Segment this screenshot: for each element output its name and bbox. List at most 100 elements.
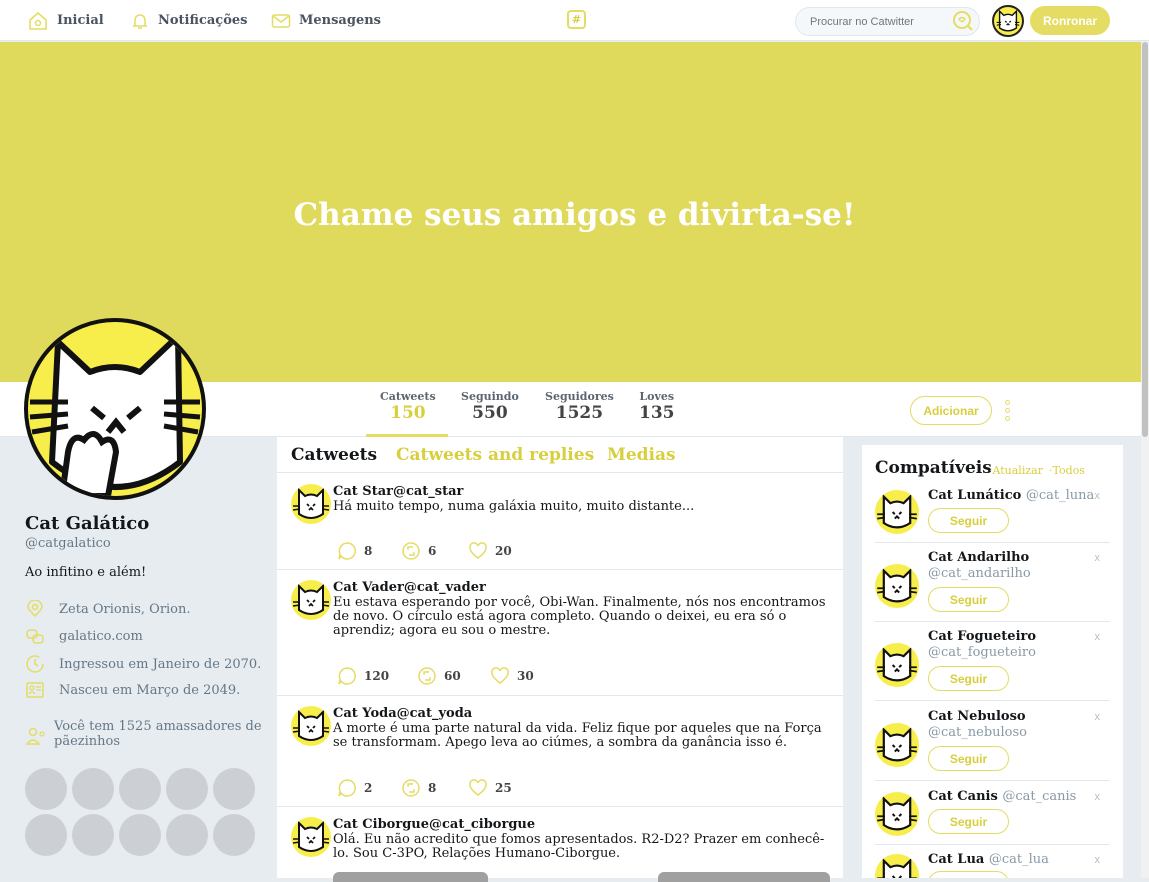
follower-avatar[interactable] <box>72 768 114 810</box>
media-image[interactable] <box>658 872 830 882</box>
add-button[interactable]: Adicionar <box>910 396 992 425</box>
retweet-count: 6 <box>428 544 437 558</box>
tweet-item[interactable]: Cat Ciborgue@cat_ciborgue Olá. Eu não ac… <box>277 807 843 882</box>
stat-loves[interactable]: Loves 135 <box>639 390 675 423</box>
tweet-avatar[interactable] <box>291 580 331 620</box>
tweet-avatar[interactable] <box>291 484 331 524</box>
location-text: Zeta Orionis, Orion. <box>59 601 191 617</box>
cat-face-icon <box>292 487 330 519</box>
heart-icon <box>491 667 509 684</box>
follow-button[interactable]: Seguir <box>928 508 1009 533</box>
media-image[interactable] <box>333 872 488 882</box>
follow-button[interactable]: Seguir <box>928 871 1009 878</box>
reply-action[interactable]: 8 <box>337 541 401 561</box>
tweet-author[interactable]: Cat Vader@cat_vader <box>333 580 486 595</box>
tab-medias[interactable]: Medias <box>607 445 676 465</box>
website-text[interactable]: galatico.com <box>59 629 143 644</box>
tweet-author[interactable]: Cat Ciborgue@cat_ciborgue <box>333 817 535 832</box>
follow-button[interactable]: Seguir <box>928 809 1009 834</box>
suggestion-avatar[interactable] <box>875 723 919 767</box>
heart-icon <box>469 542 487 559</box>
suggestion-name-row[interactable]: Cat Lunático @cat_luna <box>928 488 1094 503</box>
follower-avatar[interactable] <box>166 814 208 856</box>
stat-following[interactable]: Seguindo 550 <box>461 390 519 423</box>
stat-label: Catweets <box>380 390 436 403</box>
follow-button[interactable]: Seguir <box>928 746 1009 771</box>
follow-button[interactable]: Seguir <box>928 587 1009 612</box>
suggestion-avatar[interactable] <box>875 854 919 878</box>
suggestion-name[interactable]: Cat Fogueteiro <box>928 629 1036 644</box>
suggestion-avatar[interactable] <box>875 792 919 836</box>
tweet-item[interactable]: Cat Star@cat_star Há muito tempo, numa g… <box>277 474 843 570</box>
suggestion-name[interactable]: Cat Nebuloso <box>928 709 1026 724</box>
tab-catweets-replies[interactable]: Catweets and replies <box>396 445 594 465</box>
tweet-item[interactable]: Cat Yoda@cat_yoda A morte é uma parte na… <box>277 696 843 807</box>
retweet-action[interactable]: 60 <box>417 666 490 686</box>
dismiss-icon[interactable]: x <box>1095 711 1101 723</box>
profile-website[interactable]: galatico.com <box>25 627 143 645</box>
stat-followers[interactable]: Seguidores 1525 <box>545 390 614 423</box>
suggestion-avatar[interactable] <box>875 564 919 608</box>
follower-avatar[interactable] <box>213 768 255 810</box>
suggestion-name-row[interactable]: Cat Canis @cat_canis <box>928 789 1076 804</box>
follower-avatar[interactable] <box>166 768 208 810</box>
dismiss-icon[interactable]: x <box>1095 552 1101 564</box>
dismiss-icon[interactable]: x <box>1095 854 1101 866</box>
like-count: 25 <box>495 781 512 795</box>
tab-catweets[interactable]: Catweets <box>291 445 377 465</box>
like-count: 30 <box>517 669 534 683</box>
suggestion-name[interactable]: Cat Andarilho <box>928 550 1029 565</box>
like-action[interactable]: 25 <box>468 778 512 798</box>
dismiss-icon[interactable]: x <box>1095 791 1101 803</box>
suggestion-item: Cat Lua @cat_lua x Seguir <box>875 852 1110 878</box>
search-icon[interactable] <box>952 10 974 32</box>
nav-home-label: Inicial <box>57 13 104 28</box>
followers-text: Você tem 1525 amassadores de pãezinhos <box>54 719 262 749</box>
retweet-icon <box>402 779 420 797</box>
stat-label: Seguidores <box>545 390 614 403</box>
scrollbar-thumb[interactable] <box>1142 42 1148 437</box>
suggestion-handle: @cat_fogueteiro <box>928 645 1036 660</box>
user-avatar[interactable] <box>992 5 1024 37</box>
follower-avatar[interactable] <box>72 814 114 856</box>
tweet-media[interactable] <box>333 872 830 882</box>
follower-avatar[interactable] <box>213 814 255 856</box>
reply-action[interactable]: 120 <box>337 666 417 686</box>
stat-value: 135 <box>639 403 675 423</box>
retweet-count: 60 <box>444 669 461 683</box>
suggestion-avatar[interactable] <box>875 643 919 687</box>
nav-messages[interactable]: Mensagens <box>271 0 381 41</box>
follower-avatar[interactable] <box>119 768 161 810</box>
follower-avatar[interactable] <box>25 768 67 810</box>
reply-count: 2 <box>364 781 373 795</box>
nav-home[interactable]: Inicial <box>27 0 104 41</box>
retweet-action[interactable]: 8 <box>401 778 468 798</box>
refresh-link[interactable]: ·Atualizar <box>989 464 1043 477</box>
dismiss-icon[interactable]: x <box>1095 631 1101 643</box>
tweet-author[interactable]: Cat Star@cat_star <box>333 484 463 499</box>
suggestion-name-row[interactable]: Cat Lua @cat_lua <box>928 852 1049 867</box>
more-options-icon[interactable] <box>1005 400 1011 421</box>
view-all-link[interactable]: ·Todos <box>1049 464 1085 477</box>
tweet-avatar[interactable] <box>291 817 331 857</box>
cat-face-icon <box>292 820 330 852</box>
profile-avatar <box>24 318 206 500</box>
suggestion-handle: @cat_andarilho <box>928 566 1031 581</box>
tweet-author[interactable]: Cat Yoda@cat_yoda <box>333 706 472 721</box>
follow-button[interactable]: Seguir <box>928 666 1009 691</box>
dismiss-icon[interactable]: x <box>1095 490 1101 502</box>
reply-count: 8 <box>364 544 373 558</box>
hashtag-icon[interactable]: # <box>567 10 586 29</box>
suggestion-avatar[interactable] <box>875 490 919 534</box>
follower-avatar[interactable] <box>119 814 161 856</box>
ronronar-button[interactable]: Ronronar <box>1030 6 1110 35</box>
like-action[interactable]: 20 <box>468 541 512 561</box>
like-action[interactable]: 30 <box>490 666 534 686</box>
follower-avatar[interactable] <box>25 814 67 856</box>
tweet-item[interactable]: Cat Vader@cat_vader Eu estava esperando … <box>277 570 843 696</box>
reply-action[interactable]: 2 <box>337 778 401 798</box>
retweet-action[interactable]: 6 <box>401 541 468 561</box>
tweet-avatar[interactable] <box>291 706 331 746</box>
stat-catweets[interactable]: Catweets 150 <box>380 390 436 423</box>
nav-notifications[interactable]: Notificações <box>130 0 247 41</box>
